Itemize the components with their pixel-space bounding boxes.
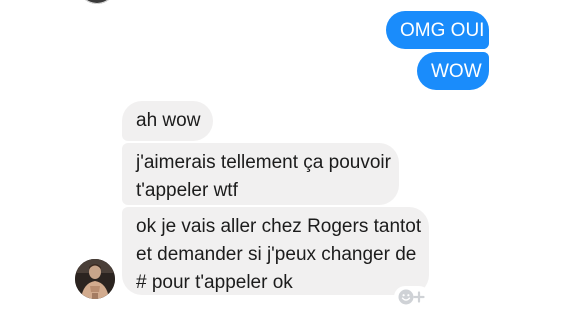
received-message-bubble[interactable]: ok je vais aller chez Rogers tantot et d… bbox=[122, 207, 429, 295]
message-text-line: t'appeler wtf bbox=[136, 180, 238, 201]
message-text-line: j'aimerais tellement ça pouvoir bbox=[136, 152, 391, 173]
sent-message-bubble[interactable]: WOW bbox=[417, 52, 489, 90]
received-message-bubble[interactable]: j'aimerais tellement ça pouvoir t'appele… bbox=[122, 143, 399, 205]
message-text-line: # pour t'appeler ok bbox=[136, 272, 293, 293]
received-message-bubble[interactable]: ah wow bbox=[122, 101, 213, 141]
add-reaction-button[interactable] bbox=[394, 286, 430, 308]
message-text: WOW bbox=[431, 61, 482, 82]
add-reaction-icon bbox=[398, 289, 425, 305]
contact-avatar[interactable] bbox=[75, 259, 115, 299]
avatar-photo bbox=[75, 259, 115, 299]
message-text-line: et demander si j'peux changer de bbox=[136, 244, 417, 265]
message-text-line: ok je vais aller chez Rogers tantot bbox=[136, 216, 422, 237]
sent-message-bubble[interactable]: OMG OUI bbox=[386, 11, 489, 49]
message-text: OMG OUI bbox=[400, 20, 485, 41]
message-text-line: ah wow bbox=[136, 110, 201, 131]
previous-avatar bbox=[78, 0, 116, 4]
